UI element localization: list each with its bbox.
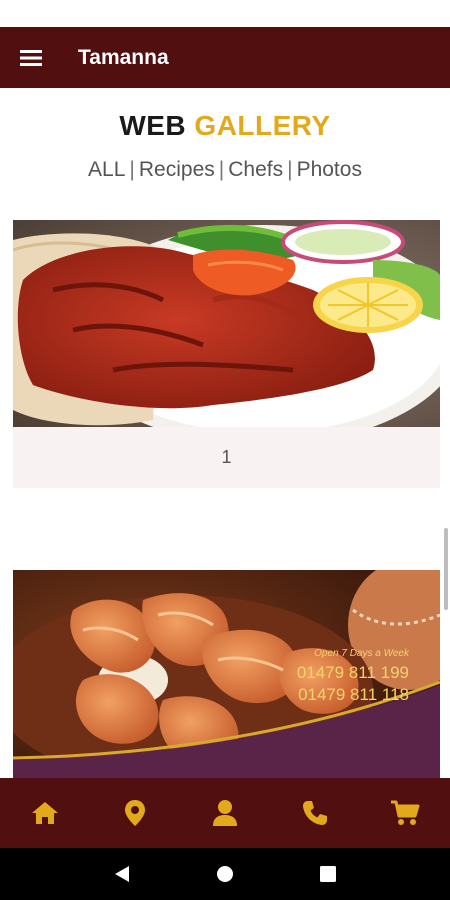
- gallery-filters: ALL | Recipes | Chefs | Photos: [0, 158, 450, 182]
- gallery-item: 1: [13, 220, 440, 488]
- system-recents-button[interactable]: [308, 854, 348, 894]
- filter-photos[interactable]: Photos: [297, 158, 362, 181]
- nav-location-button[interactable]: [105, 783, 165, 843]
- filter-separator: |: [218, 158, 225, 181]
- page-title-word-2: GALLERY: [194, 110, 331, 141]
- cart-icon: [391, 800, 420, 825]
- nav-home-button[interactable]: [15, 783, 75, 843]
- status-bar: [0, 0, 450, 27]
- home-icon: [32, 802, 58, 824]
- nav-cart-button[interactable]: [375, 783, 435, 843]
- main-content: WEB GALLERY ALL | Recipes | Chefs | Photos: [0, 88, 450, 778]
- filter-separator: |: [129, 158, 135, 181]
- promo-phone-1: 01479 811 199: [297, 663, 409, 682]
- filter-chefs[interactable]: Chefs: [228, 158, 283, 181]
- page-title-word-1: WEB: [119, 110, 187, 141]
- promo-open-text: Open 7 Days a Week: [314, 648, 410, 659]
- hamburger-icon: [20, 49, 42, 66]
- system-back-button[interactable]: [102, 854, 142, 894]
- system-nav-bar: [0, 848, 450, 900]
- gallery-image-prawn-curry[interactable]: Open 7 Days a Week 01479 811 199 01479 8…: [13, 570, 440, 778]
- page-title: WEB GALLERY: [0, 110, 450, 142]
- promo-phone-2: 01479 811 118: [298, 685, 409, 704]
- app-title: Tamanna: [78, 45, 169, 69]
- recents-icon: [320, 866, 337, 882]
- doner-kebab-photo: [13, 220, 440, 427]
- home-circle-icon: [216, 866, 233, 882]
- scrollbar-thumb[interactable]: [444, 528, 448, 610]
- nav-account-button[interactable]: [195, 783, 255, 843]
- gallery-image-doner-kebab[interactable]: [13, 220, 440, 427]
- nav-call-button[interactable]: [285, 783, 345, 843]
- back-icon: [114, 866, 129, 882]
- phone-icon: [303, 801, 327, 825]
- filter-all[interactable]: ALL: [88, 158, 125, 181]
- user-icon: [213, 800, 237, 826]
- filter-separator: |: [287, 158, 293, 181]
- gallery-item-caption: 1: [13, 427, 440, 488]
- bottom-nav: [0, 778, 450, 848]
- menu-button[interactable]: [0, 27, 62, 88]
- filter-recipes[interactable]: Recipes: [139, 158, 215, 181]
- system-home-button[interactable]: [205, 854, 245, 894]
- prawn-curry-promo-photo: Open 7 Days a Week 01479 811 199 01479 8…: [13, 570, 440, 778]
- location-pin-icon: [125, 800, 145, 826]
- app-bar: Tamanna: [0, 27, 450, 88]
